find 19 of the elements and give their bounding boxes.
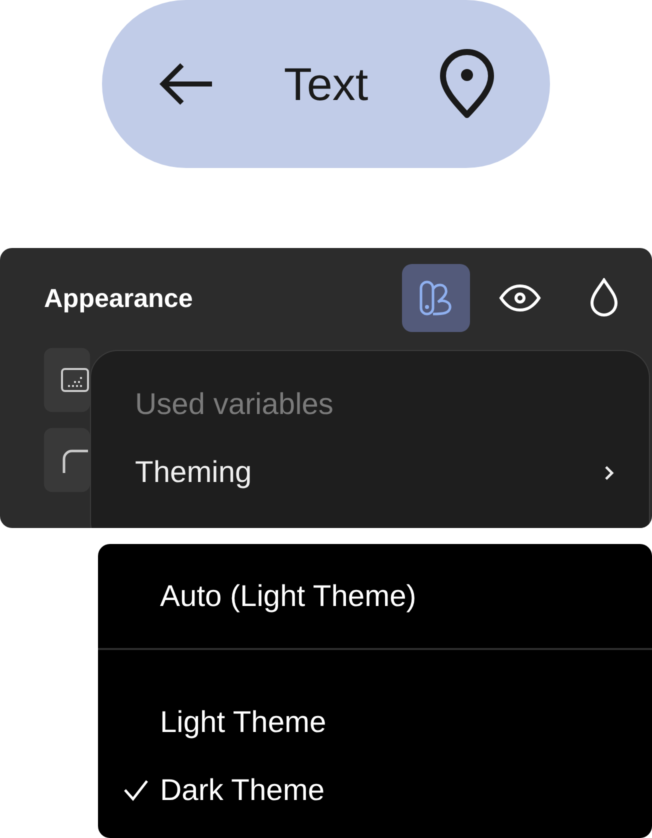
popover-heading: Used variables	[135, 387, 334, 423]
theme-button[interactable]	[402, 264, 470, 332]
back-arrow-icon	[158, 61, 214, 107]
chevron-right-icon	[603, 464, 615, 482]
theme-menu-item[interactable]: Light Theme	[98, 688, 652, 756]
gradient-icon	[60, 365, 90, 395]
location-pin-icon	[438, 49, 496, 119]
theme-menu-item[interactable]: Auto (Light Theme)	[98, 562, 652, 630]
option-tile[interactable]	[44, 348, 90, 412]
back-button[interactable]	[158, 61, 214, 107]
location-button[interactable]	[438, 49, 496, 119]
swatch-icon	[418, 279, 454, 317]
popover-menu-item[interactable]: Theming	[135, 455, 615, 491]
theme-menu-item[interactable]: Dark Theme	[98, 756, 652, 824]
drop-icon	[589, 278, 619, 318]
panel-title: Appearance	[44, 282, 193, 314]
eye-icon	[499, 284, 541, 312]
app-bar-title: Text	[284, 61, 368, 107]
option-tile[interactable]	[44, 428, 90, 492]
